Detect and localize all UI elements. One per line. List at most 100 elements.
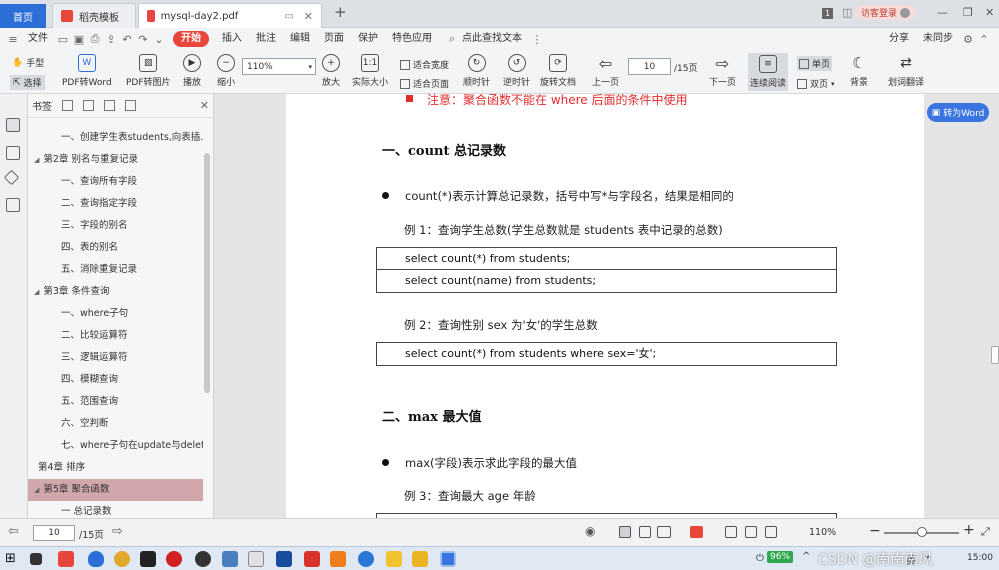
clock[interactable]: 15:00 (967, 553, 993, 563)
xmind-icon[interactable] (304, 551, 320, 567)
tab-template[interactable]: 稻壳模板 (52, 3, 136, 28)
add-bookmark-icon[interactable] (104, 100, 115, 111)
page-count-badge[interactable]: 1 (822, 8, 834, 19)
play-slideshow-icon[interactable] (690, 526, 703, 538)
fit-icon[interactable] (725, 526, 737, 538)
bookmark-chapter[interactable]: 第4章 排序 (28, 457, 203, 479)
fit-page-button[interactable]: 适合页面 (400, 77, 449, 90)
expand-all-icon[interactable] (62, 100, 73, 111)
app-icon-red[interactable] (58, 551, 74, 567)
expand-triangle-icon[interactable]: ◢ (34, 486, 39, 494)
rotate-cw-button[interactable]: ↻ 顺时针 (463, 54, 490, 88)
app-icon-blue[interactable] (222, 551, 238, 567)
expand-triangle-icon[interactable]: ◢ (34, 288, 39, 296)
app-icon-swirl[interactable] (358, 551, 374, 567)
windows-start-icon[interactable]: ⊞ (5, 551, 16, 566)
login-button[interactable]: 访客登录 (855, 5, 917, 20)
menu-file[interactable]: 文件 (21, 28, 55, 50)
status-zoom-out-icon[interactable]: − (869, 523, 881, 539)
redo-icon[interactable]: ↷ (136, 33, 150, 46)
hbuilder-icon[interactable] (330, 551, 346, 567)
app-icon-yellow[interactable] (386, 551, 402, 567)
status-prev-icon[interactable]: ⇦ (8, 524, 19, 539)
tab-restore-icon[interactable]: ▭ (284, 11, 293, 22)
zoom-out-button[interactable]: − 缩小 (217, 54, 235, 88)
menu-page[interactable]: 页面 (317, 28, 351, 50)
prev-page-button[interactable]: ⇦ 上一页 (592, 54, 619, 89)
continuous-view-icon[interactable] (619, 526, 631, 538)
bookmark-item[interactable]: 四、模糊查询 (28, 369, 203, 391)
bookmark-item[interactable]: 三、字段的别名 (28, 215, 203, 237)
share-button[interactable]: 分享 (882, 28, 916, 50)
folder-icon[interactable] (412, 551, 428, 567)
bookmark-item[interactable]: 二、查询指定字段 (28, 193, 203, 215)
wps-pdf-icon[interactable] (440, 551, 456, 567)
double-page-button[interactable]: 双页 ▾ (797, 77, 835, 90)
zoom-slider-thumb[interactable] (917, 527, 927, 537)
fit-width-button[interactable]: 适合宽度 (400, 58, 449, 71)
status-next-icon[interactable]: ⇨ (112, 524, 123, 539)
fullscreen-icon[interactable] (745, 526, 757, 538)
delete-bookmark-icon[interactable] (125, 100, 136, 111)
print-icon[interactable]: ⎙ (88, 32, 102, 46)
search-text-button[interactable]: 点此查找文本 (460, 28, 529, 50)
export-view-icon[interactable] (765, 526, 777, 538)
bookmark-item[interactable]: 二、比较运算符 (28, 325, 203, 347)
status-page-input[interactable]: 10 (33, 525, 75, 541)
rotate-ccw-button[interactable]: ↺ 逆时针 (503, 54, 530, 88)
new-tab-button[interactable]: + (334, 3, 347, 21)
background-button[interactable]: ☾ 背景 (850, 54, 868, 88)
continuous-read-button[interactable]: ≡ 连续阅读 (748, 53, 789, 91)
zoom-in-button[interactable]: + 放大 (322, 54, 340, 88)
close-window-icon[interactable]: ✕ (985, 6, 994, 19)
menu-edit[interactable]: 编辑 (283, 28, 317, 50)
eye-icon[interactable]: ◉ (585, 524, 595, 538)
next-page-button[interactable]: ⇨ 下一页 (709, 54, 736, 89)
tab-close-icon[interactable]: ✕ (304, 10, 313, 23)
bookmark-item[interactable]: 五、范围查询 (28, 391, 203, 413)
bookmark-item[interactable]: 一、查询所有字段 (28, 171, 203, 193)
bookmark-chapter[interactable]: ◢ 第5章 聚合函数 (28, 479, 203, 501)
more-icon[interactable]: ⋮ (530, 33, 544, 46)
tag-panel-icon[interactable] (3, 169, 20, 186)
collapse-all-icon[interactable] (83, 100, 94, 111)
tab-home[interactable]: 首页 (0, 4, 46, 28)
sync-button[interactable]: 未同步 (916, 28, 960, 50)
menu-insert[interactable]: 插入 (215, 28, 249, 50)
thumbnail-panel-icon[interactable] (6, 146, 20, 160)
hand-tool[interactable]: ✋ 手型 (12, 56, 44, 70)
select-tool[interactable]: ⇱ 选择 (10, 75, 45, 90)
bookmark-item[interactable]: 五、消除重复记录 (28, 259, 203, 281)
bookmark-item[interactable]: 七、where子句在update与delet... (28, 435, 203, 457)
tab-file[interactable]: mysql-day2.pdf ▭ ✕ (138, 3, 322, 28)
maximize-icon[interactable]: ❐ (963, 6, 973, 19)
app-icon-dark[interactable] (195, 551, 211, 567)
comment-panel-icon[interactable] (6, 198, 20, 212)
menu-features[interactable]: 特色应用 (385, 28, 439, 50)
undo-icon[interactable]: ↶ (120, 33, 134, 46)
expand-icon[interactable]: ⤢ (981, 525, 990, 539)
app-icon-navy[interactable] (276, 551, 292, 567)
bookmark-scrollbar[interactable] (203, 118, 211, 518)
scrollbar-thumb[interactable] (204, 153, 210, 393)
play-button[interactable]: ▶ 播放 (183, 54, 201, 88)
tray-chevron-icon[interactable]: ^ (802, 551, 810, 562)
settings-icon[interactable]: ⚙ (961, 33, 975, 46)
bookmark-chapter[interactable]: ◢ 第2章 别名与重复记录 (28, 149, 203, 171)
translate-button[interactable]: ⇄ 划词翻译 (888, 54, 924, 88)
shield-icon[interactable] (88, 551, 104, 567)
page-number-input[interactable]: 10 (628, 58, 671, 75)
pycharm-icon[interactable] (140, 551, 156, 567)
bookmark-chapter[interactable]: ◢ 第3章 条件查询 (28, 281, 203, 303)
close-panel-icon[interactable]: ✕ (200, 99, 209, 112)
battery-badge[interactable]: 96% (767, 551, 794, 563)
window-mode-icon[interactable]: ◫ (842, 6, 852, 19)
actual-size-button[interactable]: 1:1 实际大小 (352, 54, 388, 88)
minimize-icon[interactable]: — (937, 6, 948, 19)
menu-annotate[interactable]: 批注 (249, 28, 283, 50)
pdf-to-word-button[interactable]: W PDF转Word (62, 54, 112, 88)
bookmark-item[interactable]: 四、表的别名 (28, 237, 203, 259)
pdf-to-image-button[interactable]: ▨ PDF转图片 (126, 54, 171, 88)
bookmark-item[interactable]: 六、空判断 (28, 413, 203, 435)
bookmark-item[interactable]: 三、逻辑运算符 (28, 347, 203, 369)
